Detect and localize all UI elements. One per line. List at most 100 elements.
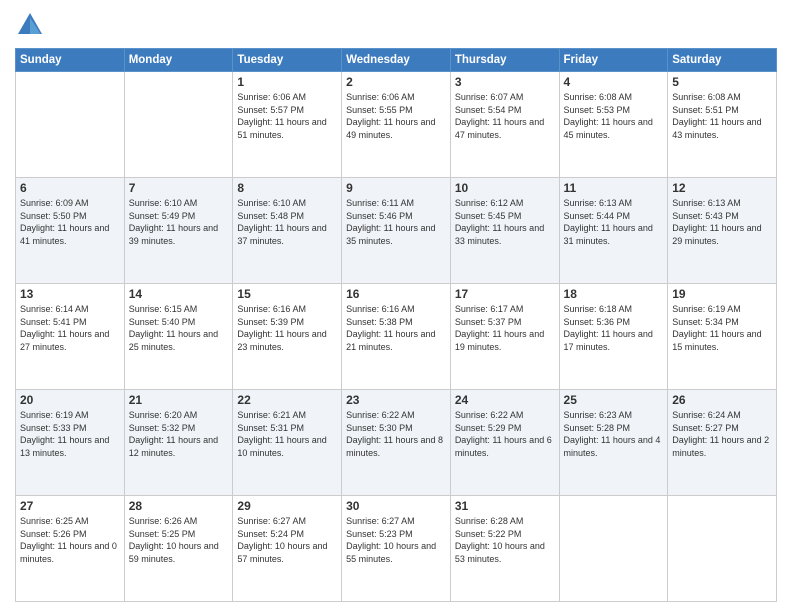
day-number: 18 [564, 287, 664, 301]
day-number: 28 [129, 499, 229, 513]
calendar-cell: 30Sunrise: 6:27 AMSunset: 5:23 PMDayligh… [342, 496, 451, 602]
day-info: Sunrise: 6:28 AMSunset: 5:22 PMDaylight:… [455, 515, 555, 565]
day-number: 26 [672, 393, 772, 407]
day-number: 4 [564, 75, 664, 89]
calendar-cell [559, 496, 668, 602]
calendar-cell: 9 Sunrise: 6:11 AMSunset: 5:46 PMDaylight… [342, 178, 451, 284]
calendar-cell [16, 72, 125, 178]
day-info: Sunrise: 6:09 AMSunset: 5:50 PMDaylight:… [20, 197, 120, 247]
page: SundayMondayTuesdayWednesdayThursdayFrid… [0, 0, 792, 612]
day-info: Sunrise: 6:27 AMSunset: 5:24 PMDaylight:… [237, 515, 337, 565]
day-number: 23 [346, 393, 446, 407]
calendar-cell: 27Sunrise: 6:25 AMSunset: 5:26 PMDayligh… [16, 496, 125, 602]
logo-icon [15, 10, 45, 40]
day-info: Sunrise: 6:11 AMSunset: 5:46 PMDaylight:… [346, 197, 446, 247]
day-info: Sunrise: 6:16 AMSunset: 5:39 PMDaylight:… [237, 303, 337, 353]
day-number: 14 [129, 287, 229, 301]
day-info: Sunrise: 6:17 AMSunset: 5:37 PMDaylight:… [455, 303, 555, 353]
header [15, 10, 777, 40]
day-info: Sunrise: 6:19 AMSunset: 5:33 PMDaylight:… [20, 409, 120, 459]
calendar-cell: 2 Sunrise: 6:06 AMSunset: 5:55 PMDaylight… [342, 72, 451, 178]
calendar-cell: 10Sunrise: 6:12 AMSunset: 5:45 PMDayligh… [450, 178, 559, 284]
day-number: 1 [237, 75, 337, 89]
calendar-cell: 15Sunrise: 6:16 AMSunset: 5:39 PMDayligh… [233, 284, 342, 390]
calendar-cell: 1Sunrise: 6:06 AMSunset: 5:57 PMDaylight… [233, 72, 342, 178]
calendar-cell: 24Sunrise: 6:22 AMSunset: 5:29 PMDayligh… [450, 390, 559, 496]
day-number: 29 [237, 499, 337, 513]
day-number: 20 [20, 393, 120, 407]
calendar-week-row: 20 Sunrise: 6:19 AMSunset: 5:33 PMDayligh… [16, 390, 777, 496]
day-number: 8 [237, 181, 337, 195]
calendar-cell: 11Sunrise: 6:13 AMSunset: 5:44 PMDayligh… [559, 178, 668, 284]
day-number: 11 [564, 181, 664, 195]
day-number: 12 [672, 181, 772, 195]
calendar-day-header: Saturday [668, 49, 777, 72]
day-info: Sunrise: 6:10 AMSunset: 5:49 PMDaylight:… [129, 197, 229, 247]
calendar-cell: 19 Sunrise: 6:19 AMSunset: 5:34 PMDayligh… [668, 284, 777, 390]
calendar-header-row: SundayMondayTuesdayWednesdayThursdayFrid… [16, 49, 777, 72]
day-info: Sunrise: 6:24 AMSunset: 5:27 PMDaylight:… [672, 409, 772, 459]
calendar-day-header: Sunday [16, 49, 125, 72]
calendar-day-header: Wednesday [342, 49, 451, 72]
day-info: Sunrise: 6:22 AMSunset: 5:29 PMDaylight:… [455, 409, 555, 459]
day-number: 27 [20, 499, 120, 513]
day-number: 2 [346, 75, 446, 89]
day-info: Sunrise: 6:20 AMSunset: 5:32 PMDaylight:… [129, 409, 229, 459]
day-info: Sunrise: 6:22 AMSunset: 5:30 PMDaylight:… [346, 409, 446, 459]
calendar-cell [124, 72, 233, 178]
day-info: Sunrise: 6:23 AMSunset: 5:28 PMDaylight:… [564, 409, 664, 459]
calendar-cell: 23 Sunrise: 6:22 AMSunset: 5:30 PMDayligh… [342, 390, 451, 496]
day-info: Sunrise: 6:07 AMSunset: 5:54 PMDaylight:… [455, 91, 555, 141]
calendar-cell: 6 Sunrise: 6:09 AMSunset: 5:50 PMDaylight… [16, 178, 125, 284]
calendar-cell: 8 Sunrise: 6:10 AMSunset: 5:48 PMDaylight… [233, 178, 342, 284]
calendar-cell: 22Sunrise: 6:21 AMSunset: 5:31 PMDayligh… [233, 390, 342, 496]
calendar-cell [668, 496, 777, 602]
calendar-cell: 4Sunrise: 6:08 AMSunset: 5:53 PMDaylight… [559, 72, 668, 178]
calendar-cell: 31 Sunrise: 6:28 AMSunset: 5:22 PMDayligh… [450, 496, 559, 602]
day-info: Sunrise: 6:14 AMSunset: 5:41 PMDaylight:… [20, 303, 120, 353]
day-number: 31 [455, 499, 555, 513]
day-info: Sunrise: 6:10 AMSunset: 5:48 PMDaylight:… [237, 197, 337, 247]
calendar-cell: 26 Sunrise: 6:24 AMSunset: 5:27 PMDayligh… [668, 390, 777, 496]
calendar-day-header: Friday [559, 49, 668, 72]
calendar-cell: 3 Sunrise: 6:07 AMSunset: 5:54 PMDaylight… [450, 72, 559, 178]
calendar-cell: 14 Sunrise: 6:15 AMSunset: 5:40 PMDayligh… [124, 284, 233, 390]
day-info: Sunrise: 6:16 AMSunset: 5:38 PMDaylight:… [346, 303, 446, 353]
day-info: Sunrise: 6:18 AMSunset: 5:36 PMDaylight:… [564, 303, 664, 353]
day-number: 30 [346, 499, 446, 513]
day-number: 7 [129, 181, 229, 195]
day-number: 6 [20, 181, 120, 195]
day-number: 16 [346, 287, 446, 301]
calendar-day-header: Tuesday [233, 49, 342, 72]
calendar-cell: 18 Sunrise: 6:18 AMSunset: 5:36 PMDayligh… [559, 284, 668, 390]
day-info: Sunrise: 6:08 AMSunset: 5:51 PMDaylight:… [672, 91, 772, 141]
calendar-week-row: 13 Sunrise: 6:14 AMSunset: 5:41 PMDayligh… [16, 284, 777, 390]
calendar-day-header: Thursday [450, 49, 559, 72]
calendar-cell: 13 Sunrise: 6:14 AMSunset: 5:41 PMDayligh… [16, 284, 125, 390]
calendar-week-row: 1Sunrise: 6:06 AMSunset: 5:57 PMDaylight… [16, 72, 777, 178]
day-number: 13 [20, 287, 120, 301]
day-number: 19 [672, 287, 772, 301]
calendar-cell: 7 Sunrise: 6:10 AMSunset: 5:49 PMDaylight… [124, 178, 233, 284]
day-number: 5 [672, 75, 772, 89]
day-number: 3 [455, 75, 555, 89]
calendar-cell: 12 Sunrise: 6:13 AMSunset: 5:43 PMDayligh… [668, 178, 777, 284]
calendar-week-row: 27Sunrise: 6:25 AMSunset: 5:26 PMDayligh… [16, 496, 777, 602]
calendar-cell: 17 Sunrise: 6:17 AMSunset: 5:37 PMDayligh… [450, 284, 559, 390]
calendar-table: SundayMondayTuesdayWednesdayThursdayFrid… [15, 48, 777, 602]
day-number: 21 [129, 393, 229, 407]
day-info: Sunrise: 6:15 AMSunset: 5:40 PMDaylight:… [129, 303, 229, 353]
calendar-cell: 16 Sunrise: 6:16 AMSunset: 5:38 PMDayligh… [342, 284, 451, 390]
day-info: Sunrise: 6:06 AMSunset: 5:55 PMDaylight:… [346, 91, 446, 141]
day-number: 17 [455, 287, 555, 301]
day-info: Sunrise: 6:12 AMSunset: 5:45 PMDaylight:… [455, 197, 555, 247]
calendar-cell: 20 Sunrise: 6:19 AMSunset: 5:33 PMDayligh… [16, 390, 125, 496]
logo [15, 10, 49, 40]
day-info: Sunrise: 6:19 AMSunset: 5:34 PMDaylight:… [672, 303, 772, 353]
day-number: 9 [346, 181, 446, 195]
calendar-week-row: 6 Sunrise: 6:09 AMSunset: 5:50 PMDaylight… [16, 178, 777, 284]
calendar-cell: 28Sunrise: 6:26 AMSunset: 5:25 PMDayligh… [124, 496, 233, 602]
calendar-cell: 5 Sunrise: 6:08 AMSunset: 5:51 PMDaylight… [668, 72, 777, 178]
day-number: 22 [237, 393, 337, 407]
day-info: Sunrise: 6:13 AMSunset: 5:43 PMDaylight:… [672, 197, 772, 247]
